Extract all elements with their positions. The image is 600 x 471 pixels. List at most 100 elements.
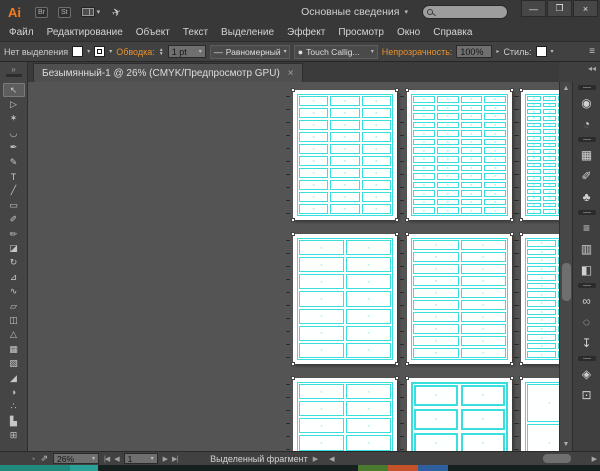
blend-tool[interactable]: ◑ xyxy=(3,385,25,399)
transparency-panel-icon[interactable]: ◧ xyxy=(575,259,599,280)
menu-item-8[interactable]: Справка xyxy=(433,27,472,38)
close-button[interactable]: × xyxy=(573,0,598,17)
chevron-down-icon[interactable]: ▾ xyxy=(371,48,374,55)
artboard-corner-handle[interactable] xyxy=(291,362,295,366)
artboard[interactable]: × × × × × × × × × × × × × × × × × × × × xyxy=(400,232,519,366)
artboard-corner-handle[interactable] xyxy=(291,376,295,380)
menu-item-5[interactable]: Эффект xyxy=(287,27,325,38)
menu-item-3[interactable]: Текст xyxy=(183,27,208,38)
artboard-corner-handle[interactable] xyxy=(510,232,514,236)
color-panel-icon[interactable]: ◉ xyxy=(575,92,599,113)
lasso-tool[interactable]: ◡ xyxy=(3,126,25,140)
swatches-panel-icon[interactable]: ▦ xyxy=(575,144,599,165)
artboard-corner-handle[interactable] xyxy=(510,218,514,222)
chevron-down-icon[interactable]: ▾ xyxy=(92,455,95,462)
gradient-panel-icon[interactable]: ▥ xyxy=(575,238,599,259)
control-panel-menu-icon[interactable]: ≡ xyxy=(589,46,595,57)
vertical-scrollbar[interactable]: ▲ ▼ xyxy=(559,82,572,451)
vertical-scroll-thumb[interactable] xyxy=(561,263,571,301)
scroll-up-icon[interactable]: ▲ xyxy=(563,82,570,95)
width-profile-select[interactable]: — Равномерный ▾ xyxy=(209,44,290,59)
artboard-corner-handle[interactable] xyxy=(510,362,514,366)
horizontal-scroll-thumb[interactable] xyxy=(542,454,571,463)
scroll-right-icon[interactable]: ▶ xyxy=(589,455,600,463)
column-graph-tool[interactable]: ▙ xyxy=(3,414,25,428)
artboard-corner-handle[interactable] xyxy=(519,376,523,380)
artboard-corner-handle[interactable] xyxy=(291,88,295,92)
dock-group-grip[interactable] xyxy=(577,356,596,361)
chevron-down-icon[interactable]: ▾ xyxy=(284,48,287,55)
zoom-level-field[interactable]: 26% ▾ xyxy=(52,453,99,464)
toolbar-grip[interactable] xyxy=(5,73,22,77)
artboard[interactable]: ×××××× xyxy=(514,376,559,451)
artboard-corner-handle[interactable] xyxy=(405,88,409,92)
artboard-corner-handle[interactable] xyxy=(519,362,523,366)
dock-collapse-button[interactable]: ◂◂ xyxy=(559,62,600,82)
artboard-corner-handle[interactable] xyxy=(405,232,409,236)
stroke-weight-field[interactable]: 1 pt ▾ xyxy=(167,45,206,58)
artboard-corner-handle[interactable] xyxy=(519,232,523,236)
menu-item-4[interactable]: Выделение xyxy=(221,27,274,38)
dock-group-grip[interactable] xyxy=(577,283,596,288)
opacity-arrow-icon[interactable]: ▸ xyxy=(496,48,499,55)
export-icon[interactable]: ⇗ xyxy=(40,453,48,464)
adjustments-panel-icon[interactable]: ◌ xyxy=(575,311,599,332)
menu-item-2[interactable]: Объект xyxy=(136,27,170,38)
scroll-left-icon[interactable]: ◀ xyxy=(326,455,337,463)
artboard-corner-handle[interactable] xyxy=(405,376,409,380)
next-artboard-button[interactable]: ▶ xyxy=(163,455,168,463)
search-box[interactable] xyxy=(422,5,508,19)
menu-item-0[interactable]: Файл xyxy=(9,27,34,38)
maximize-button[interactable]: ❐ xyxy=(547,0,572,17)
bridge-button[interactable]: Br xyxy=(35,6,48,18)
artboard-corner-handle[interactable] xyxy=(519,88,523,92)
brushes-panel-icon[interactable]: ✐ xyxy=(575,165,599,186)
artboard[interactable]: ×××××××××× xyxy=(400,376,519,451)
paintbrush-tool[interactable]: ✐ xyxy=(3,213,25,227)
layers-panel-icon[interactable]: ◈ xyxy=(575,363,599,384)
chevron-down-icon[interactable]: ▾ xyxy=(87,48,90,55)
artboard-corner-handle[interactable] xyxy=(395,218,399,222)
line-segment-tool[interactable]: ╱ xyxy=(3,184,25,198)
chevron-down-icon[interactable]: ▾ xyxy=(151,455,154,462)
horizontal-scroll-track[interactable] xyxy=(338,454,589,463)
artboard-number-field[interactable]: 1 ▾ xyxy=(123,453,158,464)
rotate-tool[interactable]: ↻ xyxy=(3,256,25,270)
gradient-tool[interactable]: ▧ xyxy=(3,356,25,370)
artboard-corner-handle[interactable] xyxy=(395,376,399,380)
stepper-down-icon[interactable]: ▼ xyxy=(159,51,164,56)
dock-group-grip[interactable] xyxy=(577,85,596,90)
cc-libraries-panel-icon[interactable]: ∞ xyxy=(575,290,599,311)
dock-group-grip[interactable] xyxy=(577,210,596,215)
artboard-corner-handle[interactable] xyxy=(395,362,399,366)
arrange-documents-button[interactable]: ▾ xyxy=(80,7,100,17)
width-tool[interactable]: ∿ xyxy=(3,284,25,298)
minimize-button[interactable]: — xyxy=(521,0,546,17)
perspective-grid-tool[interactable]: △ xyxy=(3,328,25,342)
artboards-panel-icon[interactable]: ⊡ xyxy=(575,384,599,405)
stroke-panel-icon[interactable]: ≡ xyxy=(575,217,599,238)
mesh-tool[interactable]: ▦ xyxy=(3,342,25,356)
chevron-down-icon[interactable]: ▾ xyxy=(551,48,554,55)
artboard-corner-handle[interactable] xyxy=(395,88,399,92)
rotate-view-icon[interactable]: ◔ xyxy=(30,454,35,464)
stroke-weight-stepper[interactable]: ▲ ▼ xyxy=(159,47,164,56)
artboard-corner-handle[interactable] xyxy=(395,232,399,236)
scroll-down-icon[interactable]: ▼ xyxy=(563,438,570,451)
first-artboard-button[interactable]: |◀ xyxy=(104,455,110,463)
opacity-link[interactable]: Непрозрачность: xyxy=(382,47,453,57)
search-input[interactable] xyxy=(433,7,503,17)
eyedropper-tool[interactable]: ◢ xyxy=(3,371,25,385)
artboard-corner-handle[interactable] xyxy=(291,232,295,236)
artboard-corner-handle[interactable] xyxy=(510,88,514,92)
dock-group-grip[interactable] xyxy=(577,137,596,142)
scale-tool[interactable]: ⊿ xyxy=(3,270,25,284)
horizontal-scrollbar[interactable]: ◀ ▶ xyxy=(326,452,600,465)
artboard[interactable]: ×××××××××××××× xyxy=(286,232,404,366)
eraser-tool[interactable]: ◪ xyxy=(3,241,25,255)
stock-button[interactable]: St xyxy=(58,6,71,18)
fill-color-swatch[interactable] xyxy=(72,46,84,57)
artboard-corner-handle[interactable] xyxy=(405,362,409,366)
asset-export-panel-icon[interactable]: ↧ xyxy=(575,332,599,353)
artboard[interactable]: ××××××××××××××××××××××××××××××××××××××××… xyxy=(514,88,559,222)
